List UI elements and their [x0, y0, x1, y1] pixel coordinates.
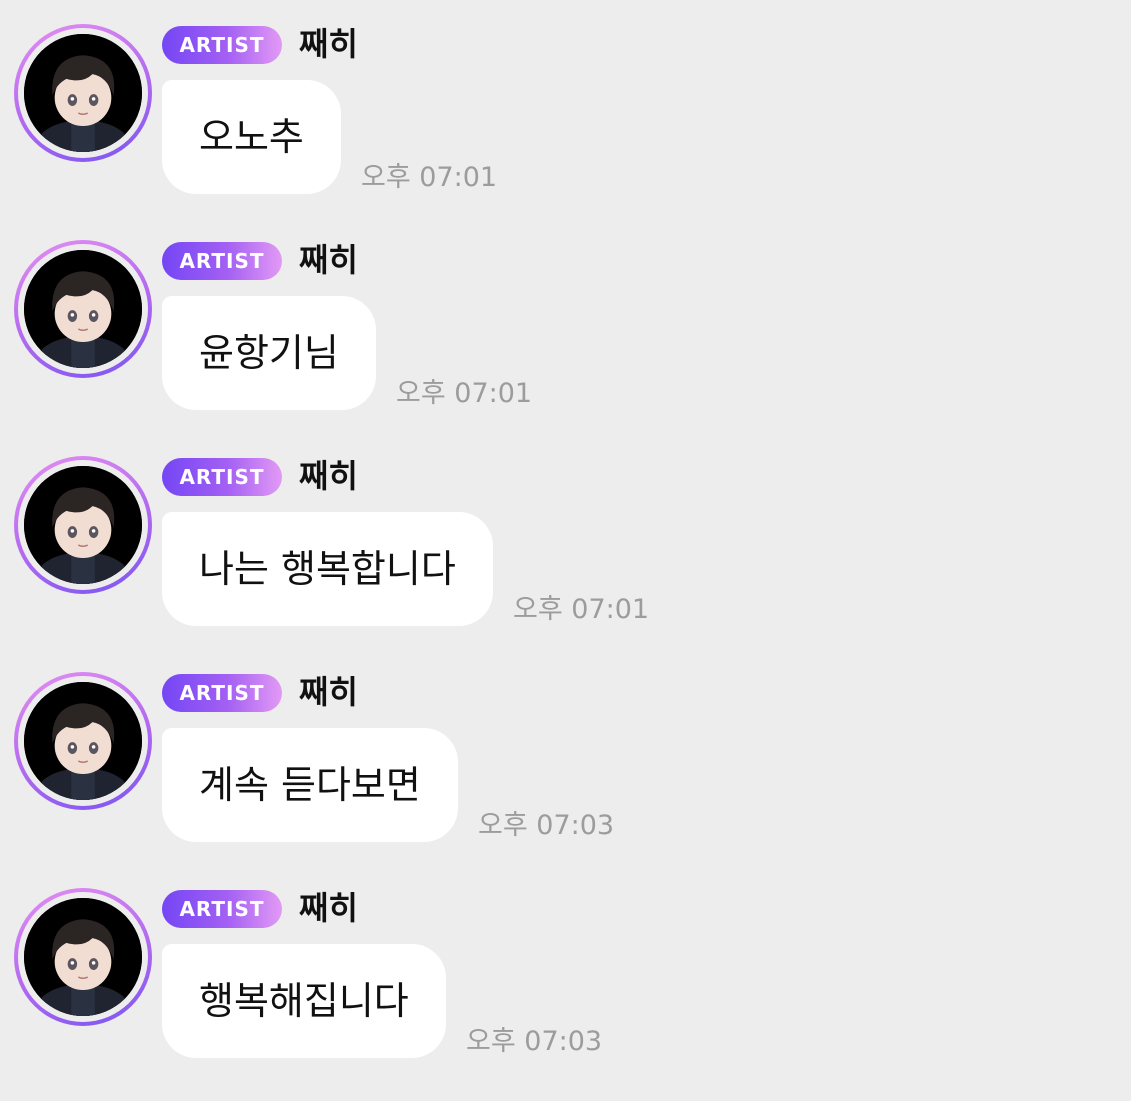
message-bubble[interactable]: 오노추: [162, 80, 341, 194]
sender-name[interactable]: 째히: [299, 670, 358, 714]
artist-avatar[interactable]: [14, 672, 152, 810]
chat-feed: ARTIST 째히 오노추 오후 07:01 ARTIST 째히 윤항기님 오후…: [0, 0, 1131, 1101]
message-time: 오후 07:01: [513, 594, 650, 625]
artist-badge: ARTIST: [162, 242, 282, 280]
chat-message: ARTIST 째히 나는 행복합니다 오후 07:01: [0, 432, 1131, 632]
avatar-image-icon: [24, 34, 142, 152]
avatar-image-icon: [24, 682, 142, 800]
message-bubble[interactable]: 윤항기님: [162, 296, 376, 410]
sender-name[interactable]: 째히: [299, 22, 358, 66]
avatar-image-icon: [24, 466, 142, 584]
artist-badge: ARTIST: [162, 890, 282, 928]
chat-message: ARTIST 째히 윤항기님 오후 07:01: [0, 216, 1131, 416]
artist-badge: ARTIST: [162, 674, 282, 712]
message-time: 오후 07:03: [478, 810, 615, 841]
artist-avatar[interactable]: [14, 24, 152, 162]
message-bubble[interactable]: 나는 행복합니다: [162, 512, 493, 626]
artist-avatar[interactable]: [14, 888, 152, 1026]
sender-name[interactable]: 째히: [299, 454, 358, 498]
message-bubble[interactable]: 계속 듣다보면: [162, 728, 458, 842]
artist-avatar[interactable]: [14, 456, 152, 594]
chat-message: ARTIST 째히 오노추 오후 07:01: [0, 0, 1131, 200]
artist-badge: ARTIST: [162, 26, 282, 64]
message-time: 오후 07:01: [396, 378, 533, 409]
message-time: 오후 07:03: [466, 1026, 603, 1057]
avatar-image-icon: [24, 250, 142, 368]
message-bubble[interactable]: 행복해집니다: [162, 944, 446, 1058]
sender-name[interactable]: 째히: [299, 886, 358, 930]
avatar-image-icon: [24, 898, 142, 1016]
chat-message: ARTIST 째히 계속 듣다보면 오후 07:03: [0, 648, 1131, 848]
chat-message: ARTIST 째히 행복해집니다 오후 07:03: [0, 864, 1131, 1064]
message-time: 오후 07:01: [361, 162, 498, 193]
sender-name[interactable]: 째히: [299, 238, 358, 282]
artist-avatar[interactable]: [14, 240, 152, 378]
artist-badge: ARTIST: [162, 458, 282, 496]
